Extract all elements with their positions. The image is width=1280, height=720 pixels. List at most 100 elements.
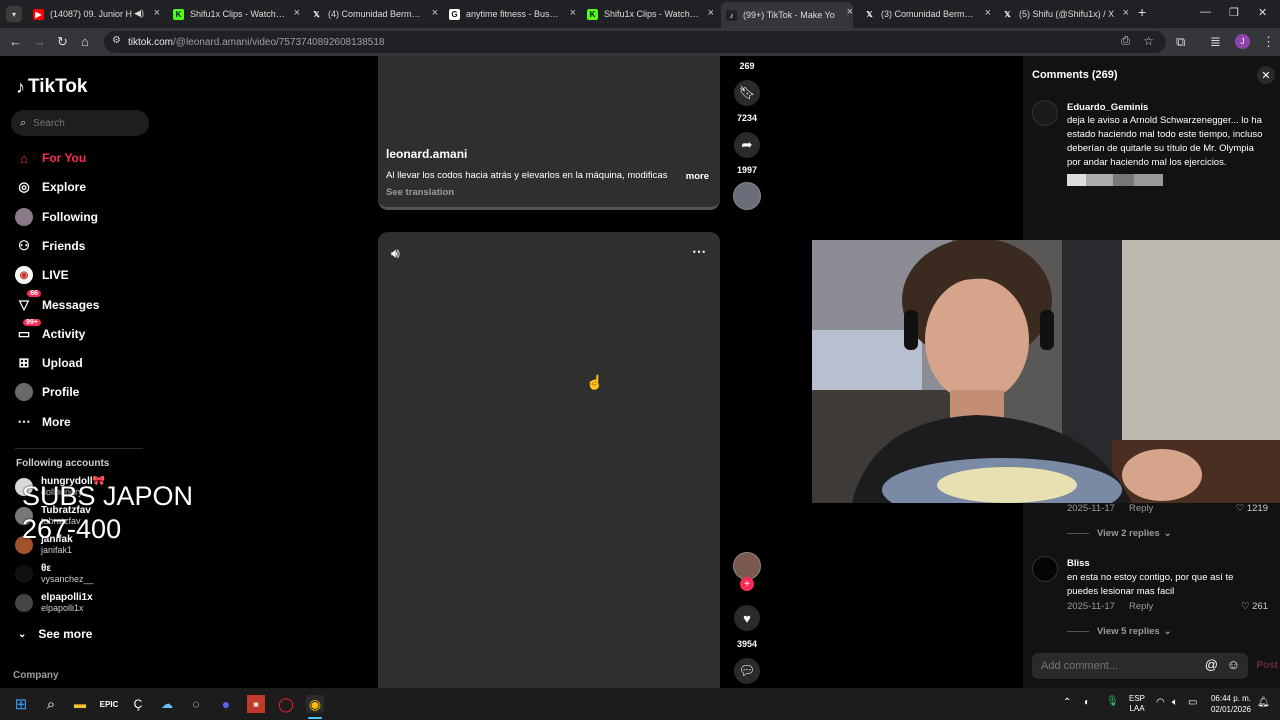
tray-app-icon[interactable]: ◐	[1084, 697, 1090, 708]
comment-username[interactable]: Bliss	[1067, 558, 1090, 569]
browser-tab[interactable]: ▶ (14087) 09. Junior H ◀) ×	[28, 3, 160, 25]
address-bar[interactable]: ⚙ tiktok.com/@leonard.amani/video/757374…	[104, 31, 1166, 53]
bookmark-icon[interactable]: 🔖︎	[734, 80, 760, 106]
search-box[interactable]: ⌕	[11, 110, 149, 136]
media-controls-icon[interactable]: ≣	[1210, 34, 1221, 50]
caption-more-button[interactable]: more	[686, 171, 709, 182]
browser-tab[interactable]: 𝕏 (5) Shifu (@Shifu1x) / X ×	[997, 3, 1129, 25]
add-comment-box[interactable]: @ ☺	[1032, 653, 1248, 679]
tab-close-icon[interactable]: ×	[1123, 7, 1129, 19]
reply-button[interactable]: Reply	[1129, 503, 1153, 514]
tiktok-logo[interactable]: ♪ TikTok	[16, 76, 87, 98]
wifi-icon[interactable]: ◠	[1156, 697, 1165, 708]
microphone-icon[interactable]: 🎙︎	[1106, 696, 1119, 707]
tab-search-button[interactable]: ▾	[6, 6, 22, 22]
opera-icon[interactable]: ◯	[277, 695, 295, 713]
comment-image-strip[interactable]	[1067, 174, 1163, 186]
site-info-icon[interactable]: ⚙	[112, 35, 121, 46]
comment-like[interactable]: ♡ 1219	[1236, 503, 1268, 514]
browser-tab[interactable]: 𝕏 (4) Comunidad Bermudez ×	[306, 3, 438, 25]
windows-start-icon[interactable]: ⊞	[12, 695, 30, 713]
tab-close-icon[interactable]: ×	[847, 6, 853, 18]
see-translation-link[interactable]: See translation	[386, 187, 454, 198]
company-link[interactable]: Company	[13, 670, 59, 681]
see-more-button[interactable]: ⌄ See more	[18, 627, 92, 641]
sidebar-item-messages[interactable]: ▽ 66 Messages	[15, 289, 99, 316]
chrome-menu-icon[interactable]: ⋮	[1262, 34, 1275, 50]
video-author[interactable]: leonard.amani	[386, 147, 467, 161]
bookmark-star-icon[interactable]: ☆	[1143, 34, 1154, 48]
chrome-taskbar-icon[interactable]: ◉	[306, 695, 324, 713]
tab-close-icon[interactable]: ×	[708, 7, 714, 19]
tab-close-icon[interactable]: ×	[154, 7, 160, 19]
tab-close-icon[interactable]: ×	[570, 7, 576, 19]
following-account[interactable]: elpapolli1x elpapolli1x	[15, 592, 93, 614]
discord-icon[interactable]: ●	[217, 695, 235, 713]
taskbar-search-icon[interactable]: ⌕	[42, 695, 60, 713]
reload-icon[interactable]: ↻	[57, 34, 68, 50]
browser-tab[interactable]: ♪ (99+) TikTok - Make Yo ×	[721, 2, 853, 28]
browser-tab[interactable]: 𝕏 (3) Comunidad Bermudez ×	[859, 3, 991, 25]
sidebar-item-for-you[interactable]: ⌂ For You	[15, 147, 86, 169]
notification-bell-icon[interactable]: 🔔︎	[1257, 697, 1270, 708]
sound-disc-avatar[interactable]	[733, 182, 761, 210]
tab-close-icon[interactable]: ×	[294, 7, 300, 19]
following-account[interactable]: θε vysanchez__	[15, 563, 94, 585]
sidebar-item-explore[interactable]: ◎ Explore	[15, 176, 86, 198]
profile-avatar[interactable]: J	[1235, 34, 1250, 49]
clock[interactable]: 06:44 p. m. 02/01/2026	[1207, 693, 1251, 715]
browser-tab[interactable]: K Shifu1x Clips - Watch Live ×	[582, 3, 714, 25]
forward-icon[interactable]: →	[33, 34, 46, 49]
app-g-icon[interactable]: Ç	[129, 695, 147, 713]
mention-icon[interactable]: @	[1205, 657, 1218, 672]
add-comment-input[interactable]	[1041, 660, 1191, 672]
share-icon[interactable]: ➦	[734, 132, 760, 158]
minimize-icon[interactable]: —	[1200, 6, 1211, 18]
epic-games-icon[interactable]: EPIC	[100, 695, 119, 713]
follow-plus-icon[interactable]: +	[740, 577, 754, 591]
browser-tab[interactable]: K Shifu1x Clips - Watch Live ×	[168, 3, 300, 25]
sidebar-item-following[interactable]: ● Following	[15, 206, 98, 228]
like-heart-icon[interactable]: ♥	[734, 605, 760, 631]
app-circle-icon[interactable]: ◌	[187, 695, 205, 713]
back-icon[interactable]: ←	[9, 34, 22, 49]
search-input[interactable]	[33, 117, 134, 129]
post-comment-button[interactable]: Post	[1256, 660, 1278, 671]
sidebar-item-upload[interactable]: ⊞ Upload	[15, 352, 83, 374]
app-red-icon[interactable]: ▣	[247, 695, 265, 713]
language-indicator[interactable]: ESP LAA	[1129, 694, 1145, 714]
sidebar-item-activity[interactable]: ▭ 99+ Activity	[15, 318, 85, 345]
comment-avatar[interactable]	[1032, 100, 1058, 126]
home-button-icon[interactable]: ⌂	[81, 34, 89, 49]
close-comments-icon[interactable]: ✕	[1257, 66, 1275, 84]
creator-avatar[interactable]	[733, 552, 761, 580]
speaker-icon[interactable]: 🔈︎	[1172, 697, 1178, 708]
new-tab-icon[interactable]: +	[1138, 4, 1146, 20]
view-replies-button[interactable]: View 5 replies ⌄	[1067, 626, 1172, 637]
comment-avatar[interactable]	[1032, 556, 1058, 582]
video-card-previous[interactable]: leonard.amani Al llevar los codos hacia …	[378, 56, 720, 210]
comment-icon[interactable]: 💬︎	[734, 658, 760, 684]
sidebar-item-friends[interactable]: ⚇ Friends	[15, 235, 85, 257]
battery-icon[interactable]: ▭	[1188, 697, 1197, 708]
install-app-icon[interactable]: ⎙	[1121, 35, 1130, 48]
sidebar-item-live[interactable]: ◉ LIVE	[15, 264, 69, 286]
tab-audio-icon[interactable]: ◀)	[134, 8, 144, 19]
comment-like[interactable]: ♡ 261	[1241, 601, 1268, 612]
reply-button[interactable]: Reply	[1129, 601, 1153, 612]
file-explorer-icon[interactable]: ▬	[71, 695, 89, 713]
comment-username[interactable]: Eduardo_Geminis	[1067, 102, 1148, 113]
restore-icon[interactable]: ❐	[1229, 6, 1239, 19]
close-window-icon[interactable]: ✕	[1258, 6, 1267, 19]
video-card-current[interactable]: 🔊︎ ⋯	[378, 232, 720, 688]
view-replies-button[interactable]: View 2 replies ⌄	[1067, 528, 1172, 539]
video-options-icon[interactable]: ⋯	[692, 243, 707, 260]
steam-icon[interactable]: ☁	[158, 695, 176, 713]
tab-close-icon[interactable]: ×	[985, 7, 991, 19]
sidebar-item-more[interactable]: ⋯ More	[15, 411, 71, 433]
browser-tab[interactable]: Ganytime fitness - Buscar c ×	[444, 3, 576, 25]
tray-overflow-icon[interactable]: ⌃	[1063, 697, 1071, 708]
tab-close-icon[interactable]: ×	[432, 7, 438, 19]
sidebar-item-profile[interactable]: ● Profile	[15, 381, 79, 403]
extensions-icon[interactable]: ⧉	[1176, 34, 1185, 50]
